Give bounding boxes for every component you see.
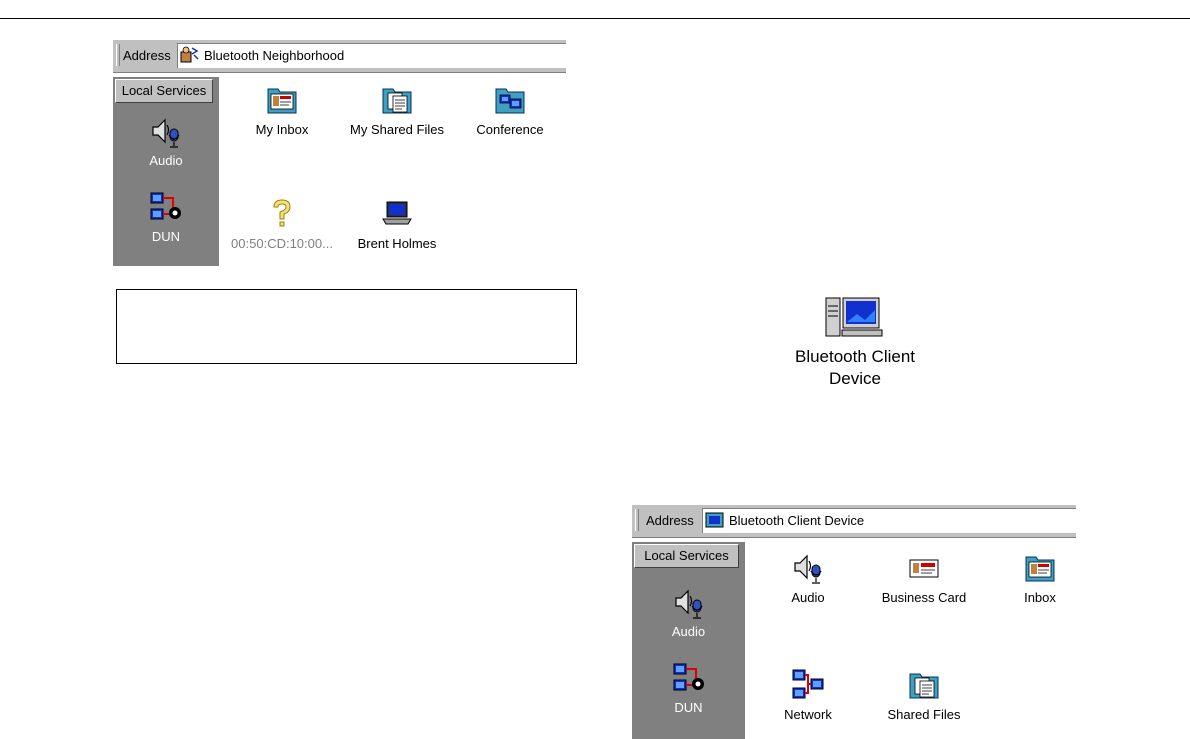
- item-label: Network: [784, 707, 832, 722]
- dial-up-network-icon: [672, 662, 706, 696]
- item-business-card[interactable]: Business Card: [864, 551, 984, 605]
- client-label-line1: Bluetooth Client: [794, 347, 916, 366]
- sidebar-item-label: Audio: [671, 624, 706, 639]
- local-services-header[interactable]: Local Services: [634, 544, 739, 568]
- business-card-icon: [907, 551, 941, 585]
- desktop-computer-icon: [825, 296, 885, 338]
- item-inbox[interactable]: Inbox: [980, 551, 1076, 605]
- client-label-line2: Device: [829, 369, 881, 388]
- sidebar-item-label: DUN: [674, 700, 703, 715]
- toolbar-grip[interactable]: [635, 509, 639, 531]
- item-label: Brent Holmes: [357, 236, 437, 251]
- local-services-header[interactable]: Local Services: [115, 79, 213, 103]
- address-label: Address: [123, 48, 171, 63]
- local-services-sidebar: Local Services Audio DUN: [632, 542, 745, 739]
- sidebar-item-label: DUN: [151, 229, 181, 244]
- bluetooth-client-device-window: Address Bluetooth Client Device Local Se…: [632, 505, 1076, 739]
- item-label: My Inbox: [255, 122, 309, 137]
- shared-files-folder-icon: [380, 83, 414, 117]
- sidebar-item-label: Audio: [149, 153, 183, 168]
- item-unknown-device[interactable]: 00:50:CD:10:00...: [222, 197, 342, 251]
- item-network[interactable]: Network: [748, 668, 868, 722]
- bluetooth-neighborhood-window: Address Bluetooth Neighborhood Local Ser…: [113, 40, 566, 266]
- item-my-shared-files[interactable]: My Shared Files: [337, 83, 457, 137]
- item-brent-holmes[interactable]: Brent Holmes: [337, 197, 457, 251]
- laptop-icon: [380, 197, 414, 231]
- address-label: Address: [646, 513, 694, 528]
- conference-folder-icon: [493, 83, 527, 117]
- empty-frame: [116, 289, 577, 364]
- item-label: Business Card: [881, 590, 967, 605]
- network-icon: [791, 668, 825, 702]
- address-bar: Address Bluetooth Client Device: [632, 505, 1076, 538]
- sidebar-item-audio[interactable]: Audio: [632, 586, 745, 639]
- inbox-folder-icon: [265, 83, 299, 117]
- unknown-device-icon: [265, 197, 299, 231]
- local-services-sidebar: Local Services Audio DUN: [113, 77, 219, 266]
- inbox-folder-icon: [1023, 551, 1057, 585]
- page-header-rule: [0, 18, 1190, 19]
- sidebar-item-dun[interactable]: DUN: [113, 191, 219, 244]
- dial-up-network-icon: [149, 191, 183, 225]
- item-label: Conference: [476, 122, 544, 137]
- speaker-mic-icon: [149, 115, 183, 149]
- address-value: Bluetooth Neighborhood: [204, 48, 345, 63]
- item-label: 00:50:CD:10:00...: [231, 236, 333, 251]
- item-label: Shared Files: [887, 707, 961, 722]
- sidebar-item-dun[interactable]: DUN: [632, 662, 745, 715]
- speaker-mic-icon: [791, 551, 825, 585]
- item-my-inbox[interactable]: My Inbox: [222, 83, 342, 137]
- item-audio[interactable]: Audio: [748, 551, 868, 605]
- address-field[interactable]: Bluetooth Client Device: [702, 508, 1076, 533]
- address-field[interactable]: Bluetooth Neighborhood: [177, 43, 566, 68]
- item-label: Inbox: [1024, 590, 1056, 605]
- address-value: Bluetooth Client Device: [729, 513, 865, 528]
- address-bar: Address Bluetooth Neighborhood: [113, 40, 566, 73]
- shared-files-folder-icon: [907, 668, 941, 702]
- item-conference[interactable]: Conference: [450, 83, 566, 137]
- item-label: My Shared Files: [350, 122, 444, 137]
- item-label: Audio: [791, 590, 825, 605]
- sidebar-item-audio[interactable]: Audio: [113, 115, 219, 168]
- bluetooth-neighborhood-icon: [180, 46, 199, 65]
- item-shared-files[interactable]: Shared Files: [864, 668, 984, 722]
- toolbar-grip[interactable]: [116, 44, 120, 66]
- speaker-mic-icon: [672, 586, 706, 620]
- bluetooth-client-device[interactable]: Bluetooth Client Device: [760, 296, 950, 390]
- bluetooth-client-icon: [705, 511, 724, 530]
